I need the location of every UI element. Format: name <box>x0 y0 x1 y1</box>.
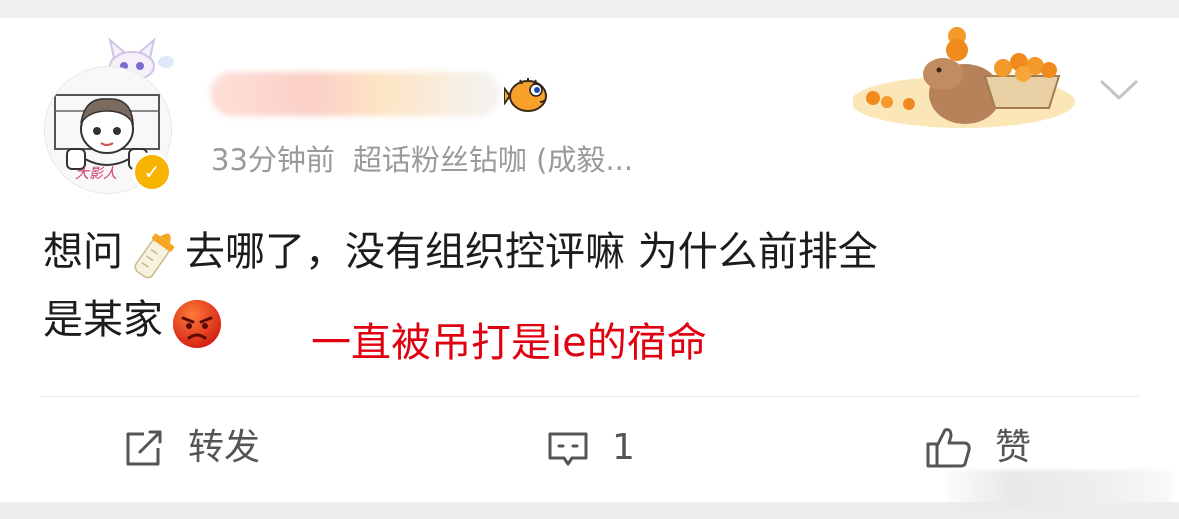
watermark-blurred <box>946 470 1172 506</box>
avatar-signature: 大影人 <box>75 166 117 182</box>
chevron-down-icon[interactable] <box>1098 74 1140 104</box>
post-time: 33分钟前 <box>211 143 335 177</box>
post-meta: 33分钟前 超话粉丝钻咖 (成毅... <box>211 140 633 180</box>
repost-icon <box>126 430 162 466</box>
thumbs-up-icon <box>926 428 971 468</box>
content-line-1: 想问 去哪了，没有组织控评嘛 为什么前排全 <box>43 218 1133 286</box>
username-blurred[interactable] <box>210 72 500 116</box>
divider <box>40 396 1139 397</box>
comment-count: 1 <box>612 427 635 468</box>
repost-button[interactable]: 转发 <box>122 420 260 476</box>
avatar-area[interactable]: 大影人 ✓ <box>44 37 184 194</box>
verified-badge-icon: ✓ <box>132 152 172 192</box>
red-annotation-text: 一直被吊打是ie的宿命 <box>311 320 707 366</box>
comment-button[interactable]: 1 <box>546 420 635 476</box>
angry-face-emoji <box>173 297 221 348</box>
like-label: 赞 <box>995 427 1032 468</box>
like-button[interactable]: 赞 <box>925 420 1031 476</box>
comment-icon <box>548 432 588 466</box>
puffer-fish-icon <box>504 78 547 112</box>
post-source[interactable]: 超话粉丝钻咖 (成毅... <box>353 143 633 177</box>
baby-bottle-emoji <box>134 233 175 279</box>
repost-label: 转发 <box>188 427 261 468</box>
capybara-orange-decoration[interactable] <box>853 16 1081 134</box>
